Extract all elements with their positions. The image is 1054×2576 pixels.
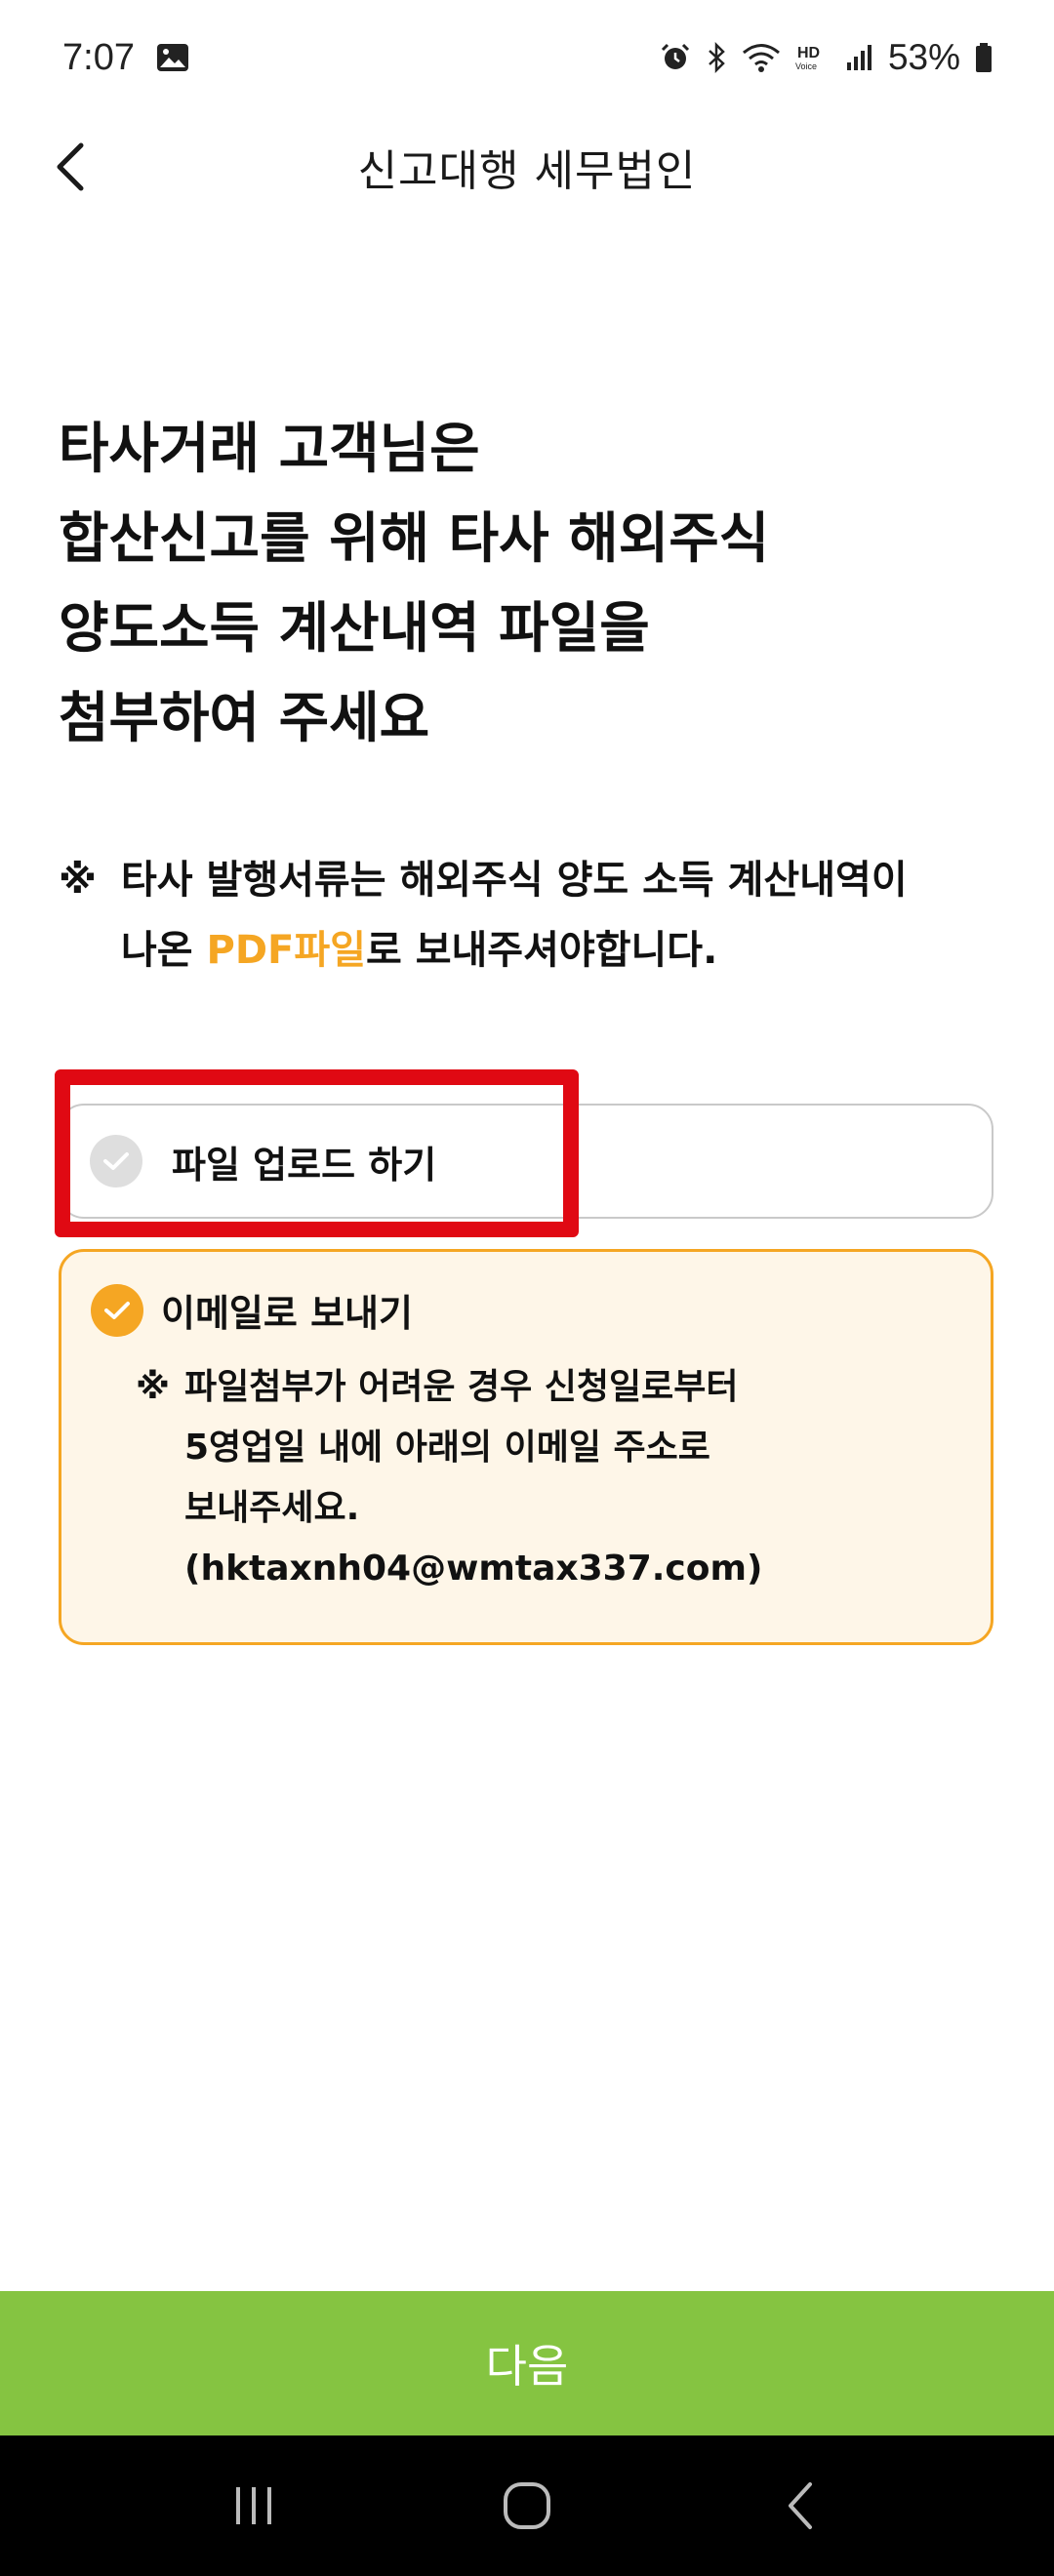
svg-text:Voice: Voice	[795, 61, 817, 71]
main-heading: 타사거래 고객님은 합산신고를 위해 타사 해외주식 양도소득 계산내역 파일을…	[59, 405, 995, 764]
back-icon	[789, 2482, 812, 2529]
recent-apps-icon	[236, 2487, 271, 2524]
heading-line: 첨부하여 주세요	[59, 687, 430, 750]
email-note-line: 5영업일 내에 아래의 이메일 주소로	[184, 1428, 710, 1468]
email-address: (hktaxnh04@wmtax337.com)	[184, 1549, 763, 1589]
status-time: 7:07	[62, 36, 135, 78]
email-option[interactable]: 이메일로 보내기 ※ 파일첨부가 어려운 경우 신청일로부터 5영업일 내에 아…	[59, 1249, 993, 1645]
home-icon	[504, 2482, 550, 2529]
system-nav-bar	[0, 2435, 1054, 2576]
email-option-header: 이메일로 보내기	[91, 1283, 413, 1337]
email-note-line: 파일첨부가 어려운 경우 신청일로부터	[184, 1367, 739, 1407]
notice-text: ※ 타사 발행서류는 해외주식 양도 소득 계산내역이 나온 PDF파일로 보내…	[59, 845, 1005, 986]
status-bar: 7:07 HD Voice 53%	[0, 0, 1054, 115]
email-note-line: 보내주세요.	[184, 1488, 360, 1528]
image-icon	[156, 43, 189, 72]
system-back-button[interactable]	[751, 2467, 849, 2545]
reference-mark: ※	[59, 858, 97, 903]
checked-circle-icon	[91, 1283, 143, 1337]
notice-suffix: 로 보내주셔야합니다.	[365, 928, 718, 973]
recent-apps-button[interactable]	[205, 2467, 303, 2545]
header: 신고대행 세무법인	[0, 115, 1054, 219]
screen: 7:07 HD Voice 53% 신고대행 세무법인 타사거래 고객님은 합산…	[0, 0, 1054, 2576]
notice-line: 나온 PDF파일로 보내주셔야합니다.	[59, 915, 1005, 986]
alarm-icon	[660, 42, 691, 73]
bluetooth-icon	[705, 42, 728, 73]
email-note: ※ 파일첨부가 어려운 경우 신청일로부터 5영업일 내에 아래의 이메일 주소…	[136, 1357, 975, 1599]
email-option-label: 이메일로 보내기	[161, 1292, 413, 1335]
status-left: 7:07	[62, 37, 189, 79]
status-right: HD Voice 53%	[660, 37, 993, 78]
heading-line: 타사거래 고객님은	[59, 418, 480, 481]
battery-percent: 53%	[887, 37, 960, 77]
back-button[interactable]	[39, 135, 103, 199]
wifi-icon	[742, 42, 781, 73]
chevron-left-icon	[57, 142, 84, 191]
pdf-file-highlight: PDF파일	[206, 928, 366, 973]
file-upload-option[interactable]: 파일 업로드 하기	[59, 1104, 993, 1219]
notice-prefix: 나온	[121, 928, 207, 973]
file-upload-label: 파일 업로드 하기	[172, 1143, 437, 1187]
notice-line: 타사 발행서류는 해외주식 양도 소득 계산내역이	[121, 858, 908, 903]
battery-icon	[974, 42, 993, 73]
svg-text:HD: HD	[797, 45, 820, 61]
heading-line: 양도소득 계산내역 파일을	[59, 597, 650, 661]
home-button[interactable]	[478, 2467, 576, 2545]
reference-mark: ※	[136, 1367, 170, 1407]
signal-icon	[845, 43, 874, 72]
unchecked-circle-icon	[90, 1135, 142, 1187]
heading-line: 합산신고를 위해 타사 해외주식	[59, 507, 770, 571]
next-button[interactable]: 다음	[0, 2291, 1054, 2435]
hd-voice-icon: HD Voice	[794, 42, 831, 73]
page-title: 신고대행 세무법인	[357, 146, 697, 196]
